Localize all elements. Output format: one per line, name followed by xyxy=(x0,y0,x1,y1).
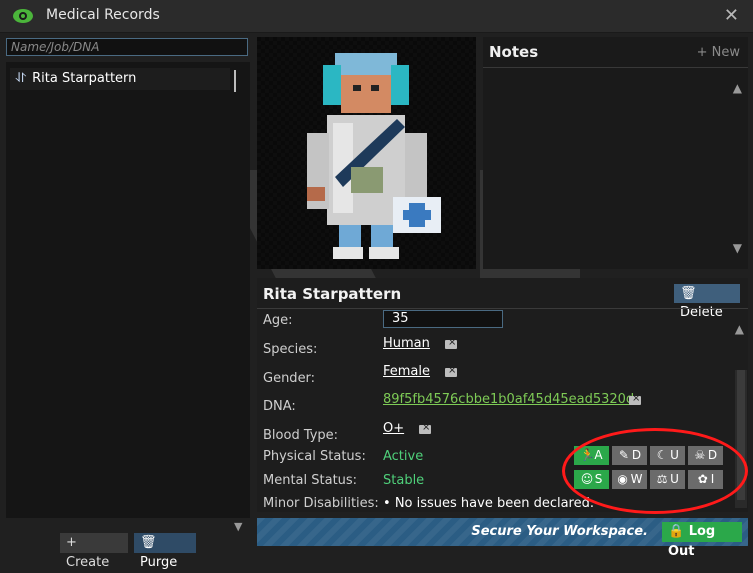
record-panel: Rita Starpattern 🗑 Delete Age: 35 Specie… xyxy=(257,278,748,512)
divider xyxy=(257,308,748,309)
plus-icon: + xyxy=(696,45,712,60)
status-button-watch[interactable]: ◉ W xyxy=(612,470,647,489)
species-value[interactable]: Human xyxy=(383,336,430,351)
record-header: Rita Starpattern 🗑 Delete xyxy=(257,278,748,320)
skull-icon: ☠ xyxy=(694,448,706,462)
plus-icon: + xyxy=(66,535,77,550)
physical-status-label: Physical Status: xyxy=(263,449,366,464)
logout-button[interactable]: 🔒 Log Out xyxy=(662,522,742,559)
clear-icon[interactable] xyxy=(445,337,457,349)
mental-status-value[interactable]: Stable xyxy=(383,473,424,488)
species-label: Species: xyxy=(263,342,318,357)
footer-text: Secure Your Workspace. xyxy=(471,524,648,539)
lock-icon: 🔒 xyxy=(668,524,689,539)
minor-disabilities-value: • No issues have been declared. xyxy=(383,496,594,511)
age-label: Age: xyxy=(263,313,293,328)
footer-bar: Secure Your Workspace. 🔒 Log Out xyxy=(257,518,748,559)
status-letter: U xyxy=(670,448,679,462)
physical-status-value[interactable]: Active xyxy=(383,449,423,464)
minor-disabilities-label: Minor Disabilities: xyxy=(263,496,379,511)
status-button-unstable[interactable]: ⚖ U xyxy=(650,470,685,489)
blood-type-value[interactable]: O+ xyxy=(383,421,404,436)
gender-label: Gender: xyxy=(263,371,316,386)
status-letter: S xyxy=(594,472,603,486)
divider xyxy=(483,67,748,68)
running-icon: 🏃 xyxy=(580,448,596,462)
age-field[interactable]: 35 xyxy=(383,310,503,328)
character-sprite xyxy=(307,53,441,259)
list-item-label: Rita Starpattern xyxy=(32,71,137,86)
syringe-icon: ✎ xyxy=(618,448,629,462)
status-button-u[interactable]: ☾ U xyxy=(650,446,685,465)
status-letter: D xyxy=(631,448,642,462)
smile-icon: ☺ xyxy=(580,472,594,486)
status-button-stable[interactable]: ☺S xyxy=(574,470,609,489)
minor-disabilities-text: No issues have been declared. xyxy=(394,496,594,511)
notes-title: Notes xyxy=(489,43,539,61)
dna-icon: ⥯ xyxy=(16,71,26,86)
status-letter: A xyxy=(594,448,603,462)
scrollbar-thumb[interactable] xyxy=(234,70,236,92)
records-list: ⥯ Rita Starpattern ▼ xyxy=(6,62,250,533)
trash-icon: 🗑 xyxy=(140,535,157,550)
eye-icon: ◉ xyxy=(617,472,628,486)
purge-button-label: Purge xyxy=(140,555,178,570)
dna-label: DNA: xyxy=(263,399,296,414)
purge-button[interactable]: 🗑 Purge xyxy=(134,533,196,570)
dna-value[interactable]: 89f5fb4576cbbe1b0af45d45ead5320d xyxy=(383,392,634,407)
status-letter: I xyxy=(710,472,715,486)
status-button-insane[interactable]: ✿ I xyxy=(688,470,723,489)
moon-icon: ☾ xyxy=(656,448,668,462)
new-note-label: New xyxy=(711,45,740,60)
brain-icon: ✿ xyxy=(697,472,708,486)
chevron-down-icon[interactable]: ▼ xyxy=(234,520,242,533)
status-button-active[interactable]: 🏃A xyxy=(574,446,609,465)
trash-icon: 🗑 xyxy=(680,286,697,301)
search-input[interactable]: Name/Job/DNA xyxy=(6,38,248,56)
status-button-d[interactable]: ✎ D xyxy=(612,446,647,465)
chevron-down-icon[interactable]: ▼ xyxy=(733,241,742,255)
notes-panel: Notes + New ▲ ▼ xyxy=(483,37,748,269)
clear-icon[interactable] xyxy=(445,365,457,377)
status-letter: W xyxy=(630,472,643,486)
scrollbar-track[interactable] xyxy=(735,370,747,508)
scrollbar-thumb[interactable] xyxy=(737,370,745,500)
chevron-up-icon[interactable]: ▲ xyxy=(733,81,742,95)
close-icon[interactable]: ✕ xyxy=(724,5,739,26)
scales-icon: ⚖ xyxy=(656,472,668,486)
window-title: Medical Records xyxy=(46,7,160,23)
status-letter: U xyxy=(670,472,679,486)
mental-status-label: Mental Status: xyxy=(263,473,358,488)
list-item[interactable]: ⥯ Rita Starpattern xyxy=(10,68,230,90)
window-titlebar: Medical Records ✕ xyxy=(0,0,753,33)
record-name: Rita Starpattern xyxy=(263,285,402,303)
status-button-dead[interactable]: ☠ D xyxy=(688,446,723,465)
clear-icon[interactable] xyxy=(629,393,641,405)
clear-icon[interactable] xyxy=(419,422,431,434)
gender-value[interactable]: Female xyxy=(383,364,430,379)
eye-icon xyxy=(13,9,33,23)
create-button-label: Create xyxy=(66,555,110,570)
chevron-up-icon[interactable]: ▲ xyxy=(735,322,744,336)
blood-type-label: Blood Type: xyxy=(263,428,339,443)
status-letter: D xyxy=(707,448,718,462)
character-portrait xyxy=(257,37,476,269)
delete-button[interactable]: 🗑 Delete xyxy=(674,284,740,320)
create-button[interactable]: + Create xyxy=(60,533,128,570)
new-note-button[interactable]: + New xyxy=(697,45,740,60)
records-sidebar: Name/Job/DNA ⥯ Rita Starpattern ▼ xyxy=(6,38,250,533)
